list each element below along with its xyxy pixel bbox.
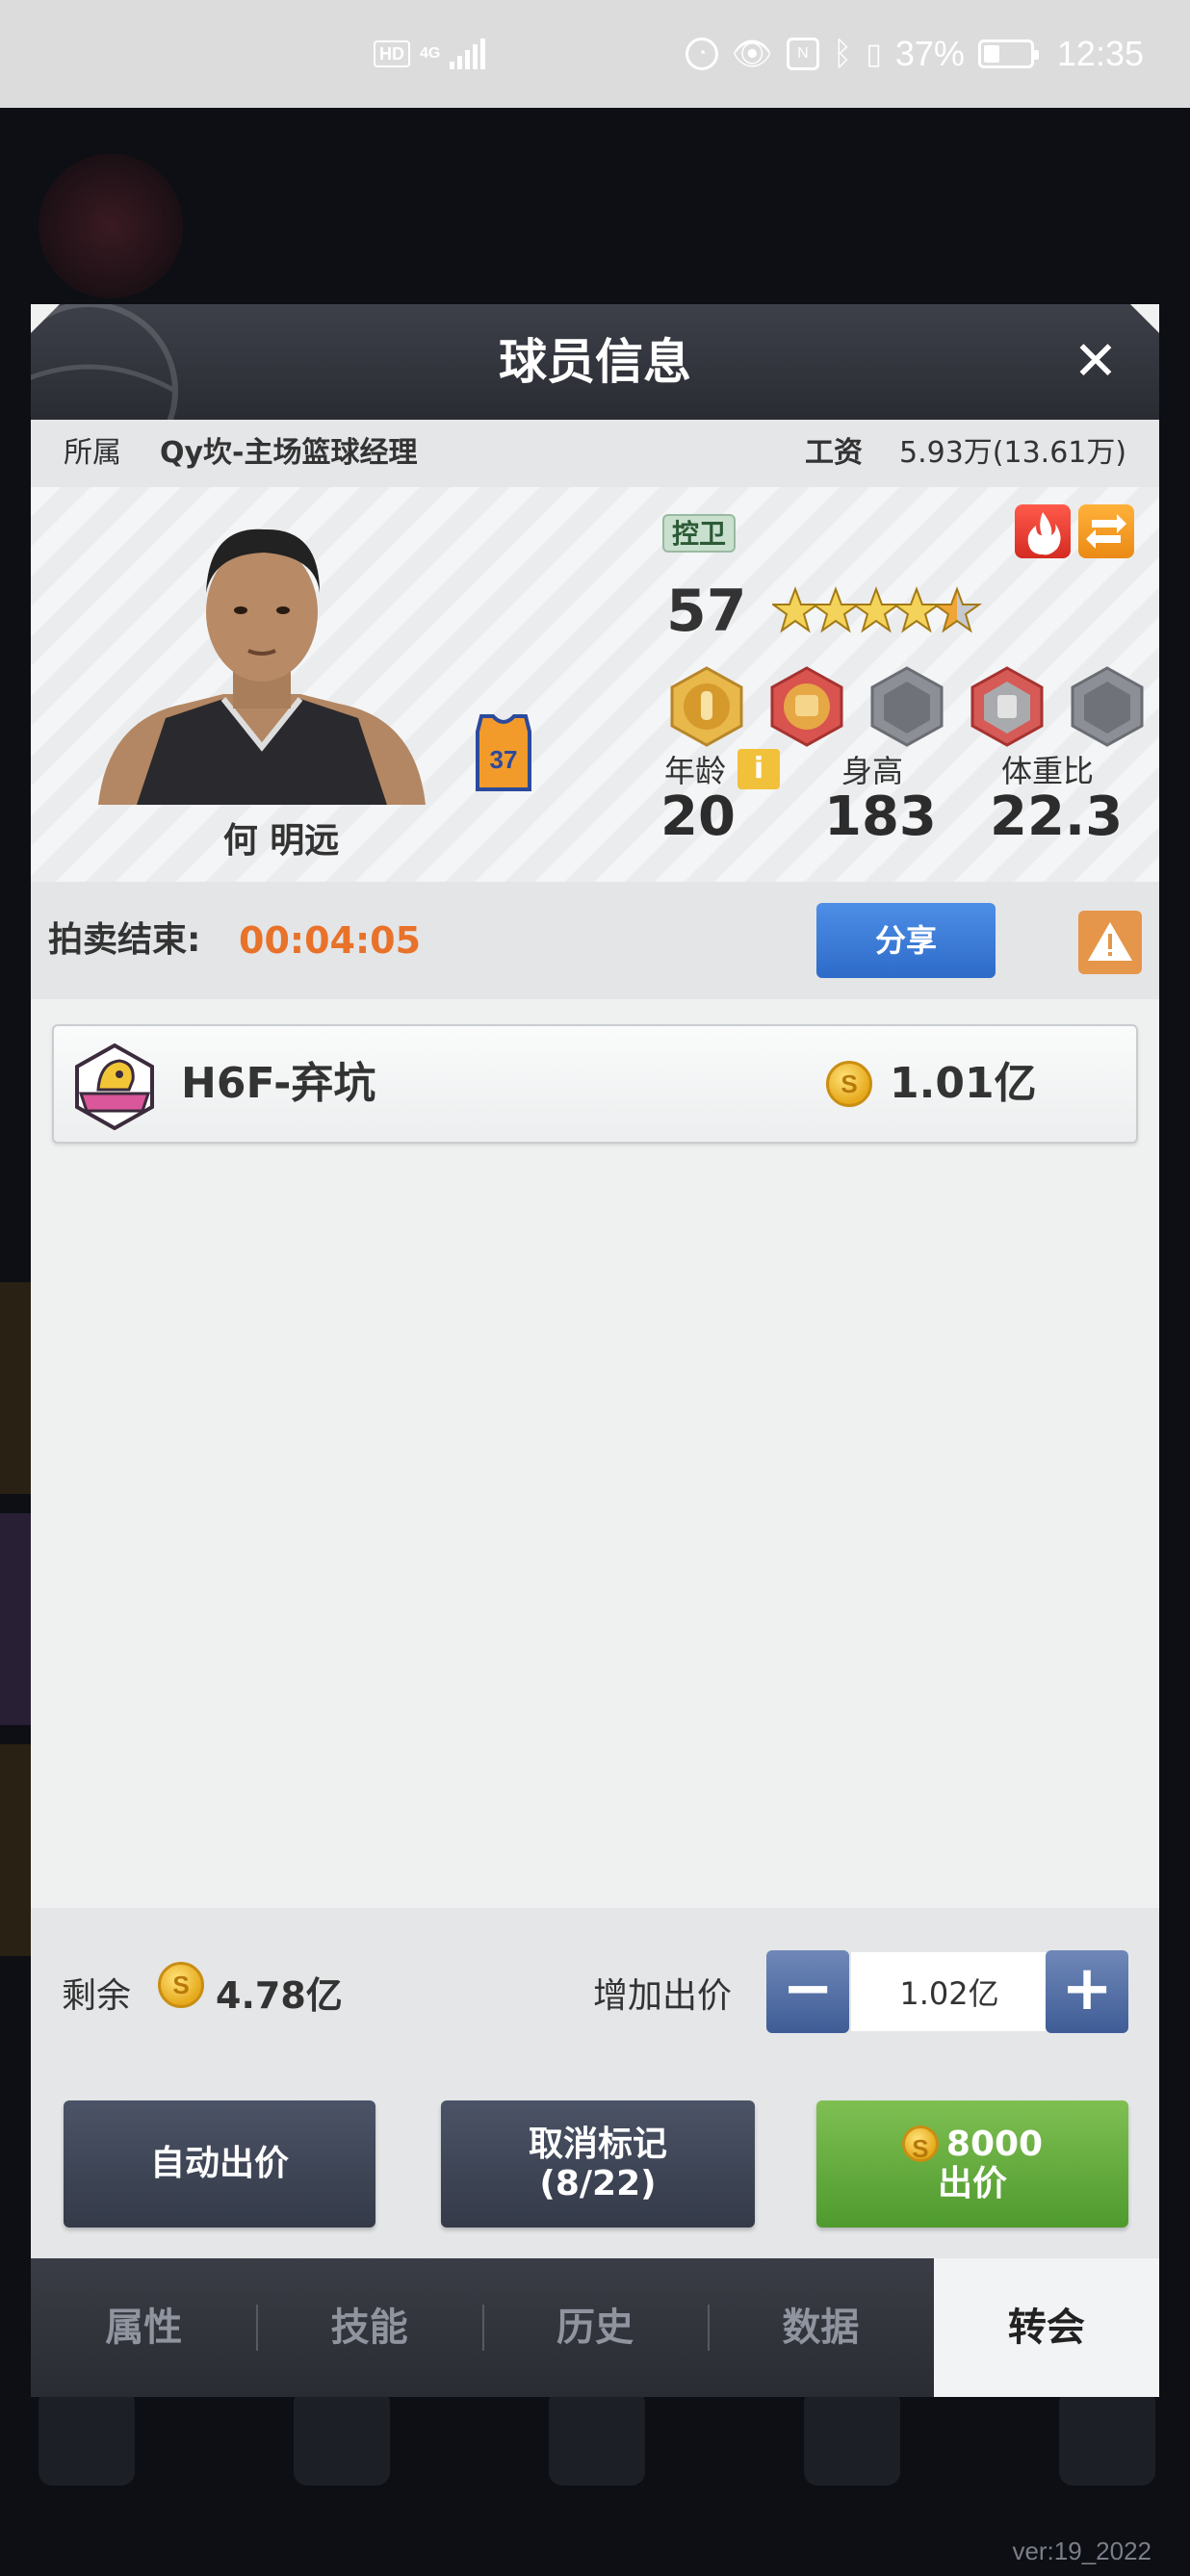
skill-locked-icon[interactable]: [1067, 666, 1148, 747]
increase-bid-label: 增加出价: [593, 1976, 733, 2016]
age-info-icon[interactable]: i: [737, 749, 780, 789]
vibrate-icon: ▯: [866, 38, 882, 70]
share-button[interactable]: 分享: [816, 903, 996, 978]
eye-comfort-icon: 👁: [731, 36, 773, 72]
auto-bid-button[interactable]: 自动出价: [64, 2100, 375, 2228]
cancel-mark-label: 取消标记: [528, 2124, 667, 2164]
bid-list: H6F-弃坑 1.01亿: [31, 999, 1159, 1908]
coin-icon: [901, 2125, 939, 2163]
tab-bar: 属性 技能 历史 数据 转会: [31, 2258, 1160, 2397]
age-value: 20: [660, 786, 736, 848]
bid-item[interactable]: H6F-弃坑 1.01亿: [52, 1024, 1138, 1144]
side-card: [0, 1513, 33, 1725]
affiliation-label: 所属: [64, 436, 121, 470]
warning-icon: [1088, 922, 1132, 961]
auction-end-label: 拍卖结束:: [48, 920, 201, 960]
nfc-icon: N: [786, 38, 819, 70]
position-badge: 控卫: [662, 514, 736, 553]
jersey-number: 37: [490, 745, 518, 774]
increase-bid-button[interactable]: +: [1046, 1950, 1128, 2033]
status-bar: HD 4G ◔ 👁 N ᛒ ▯ 37% 12:35: [0, 0, 1190, 108]
bid-controls: 剩余 4.78亿 增加出价 − + 自动出价 取消标记 (8/22) 8000 …: [31, 1908, 1159, 2258]
skill-gold-icon[interactable]: [666, 666, 747, 747]
skill-locked-icon[interactable]: [867, 666, 947, 747]
bid-cost: 8000: [945, 2124, 1044, 2164]
place-bid-button[interactable]: 8000 出价: [816, 2100, 1128, 2228]
bid-team-name: H6F-弃坑: [181, 1059, 376, 1108]
auction-countdown: 00:04:05: [239, 919, 422, 962]
height-value: 183: [824, 786, 937, 848]
battery-percent: 37%: [894, 34, 965, 73]
tab-history[interactable]: 历史: [481, 2258, 708, 2397]
cancel-mark-count: (8/22): [539, 2164, 657, 2203]
tab-transfer[interactable]: 转会: [933, 2258, 1160, 2397]
remaining-value: 4.78亿: [216, 1974, 343, 2017]
bmi-value: 22.3: [990, 786, 1124, 848]
network-type: 4G: [420, 45, 441, 62]
team-logo-icon: [75, 1043, 154, 1130]
clock: 12:35: [1056, 34, 1144, 73]
cancel-mark-button[interactable]: 取消标记 (8/22): [441, 2100, 755, 2228]
auto-bid-label: 自动出价: [149, 2144, 289, 2184]
signal-icon: [450, 39, 486, 69]
bid-cost-row: 8000: [901, 2124, 1044, 2164]
network-indicators: HD 4G: [374, 39, 486, 69]
coin-icon: [158, 1962, 204, 2008]
dialog-title: 球员信息: [499, 334, 691, 390]
skill-badges: [666, 666, 1148, 747]
tab-data[interactable]: 数据: [708, 2258, 933, 2397]
version-label: ver:19_2022: [1012, 2537, 1151, 2565]
salary-label: 工资: [805, 436, 863, 470]
hot-player-button[interactable]: [1015, 504, 1071, 558]
skill-red-icon[interactable]: [766, 666, 847, 747]
info-row: 所属 Qy坎-主场篮球经理 工资 5.93万(13.61万): [31, 420, 1159, 487]
salary-value: 5.93万(13.61万): [899, 436, 1127, 470]
player-name: 何 明远: [222, 821, 340, 861]
side-card: [0, 1744, 33, 1956]
skill-red-alt-icon[interactable]: [967, 666, 1048, 747]
refresh-icon: [1086, 514, 1126, 549]
data-saver-icon: ◔: [685, 38, 718, 70]
close-button[interactable]: ✕: [1071, 335, 1121, 389]
tab-attributes[interactable]: 属性: [31, 2258, 256, 2397]
hd-badge: HD: [374, 40, 410, 67]
bid-amount-input[interactable]: [851, 1952, 1048, 2031]
affiliation-value: Qy坎-主场篮球经理: [160, 436, 418, 470]
battery-icon: [977, 39, 1039, 68]
tab-skills[interactable]: 技能: [256, 2258, 481, 2397]
background-nav: [39, 2389, 1155, 2486]
jersey-icon: 37: [476, 714, 531, 791]
bluetooth-icon: ᛒ: [832, 35, 853, 72]
player-rating: 57: [666, 578, 747, 645]
coin-icon: [826, 1061, 872, 1107]
star-rating: [772, 586, 983, 633]
auction-row: 拍卖结束: 00:04:05 分享: [31, 882, 1159, 999]
player-panel: 何 明远 37 控卫 57 年龄 i 20 身高 183 体重比 22.3: [31, 487, 1159, 882]
bid-label: 出价: [937, 2164, 1007, 2203]
player-info-dialog: 球员信息 ✕ 所属 Qy坎-主场篮球经理 工资 5.93万(13.61万) 何 …: [31, 304, 1160, 2397]
decrease-bid-button[interactable]: −: [766, 1950, 849, 2033]
player-portrait: [98, 528, 426, 805]
remaining-label: 剩余: [62, 1976, 132, 2016]
side-card: [0, 1282, 33, 1494]
swap-button[interactable]: [1078, 504, 1134, 558]
report-button[interactable]: [1078, 911, 1142, 974]
bid-amount: 1.01亿: [890, 1059, 1037, 1108]
fire-icon: [1027, 512, 1061, 555]
club-logo: [39, 154, 183, 298]
